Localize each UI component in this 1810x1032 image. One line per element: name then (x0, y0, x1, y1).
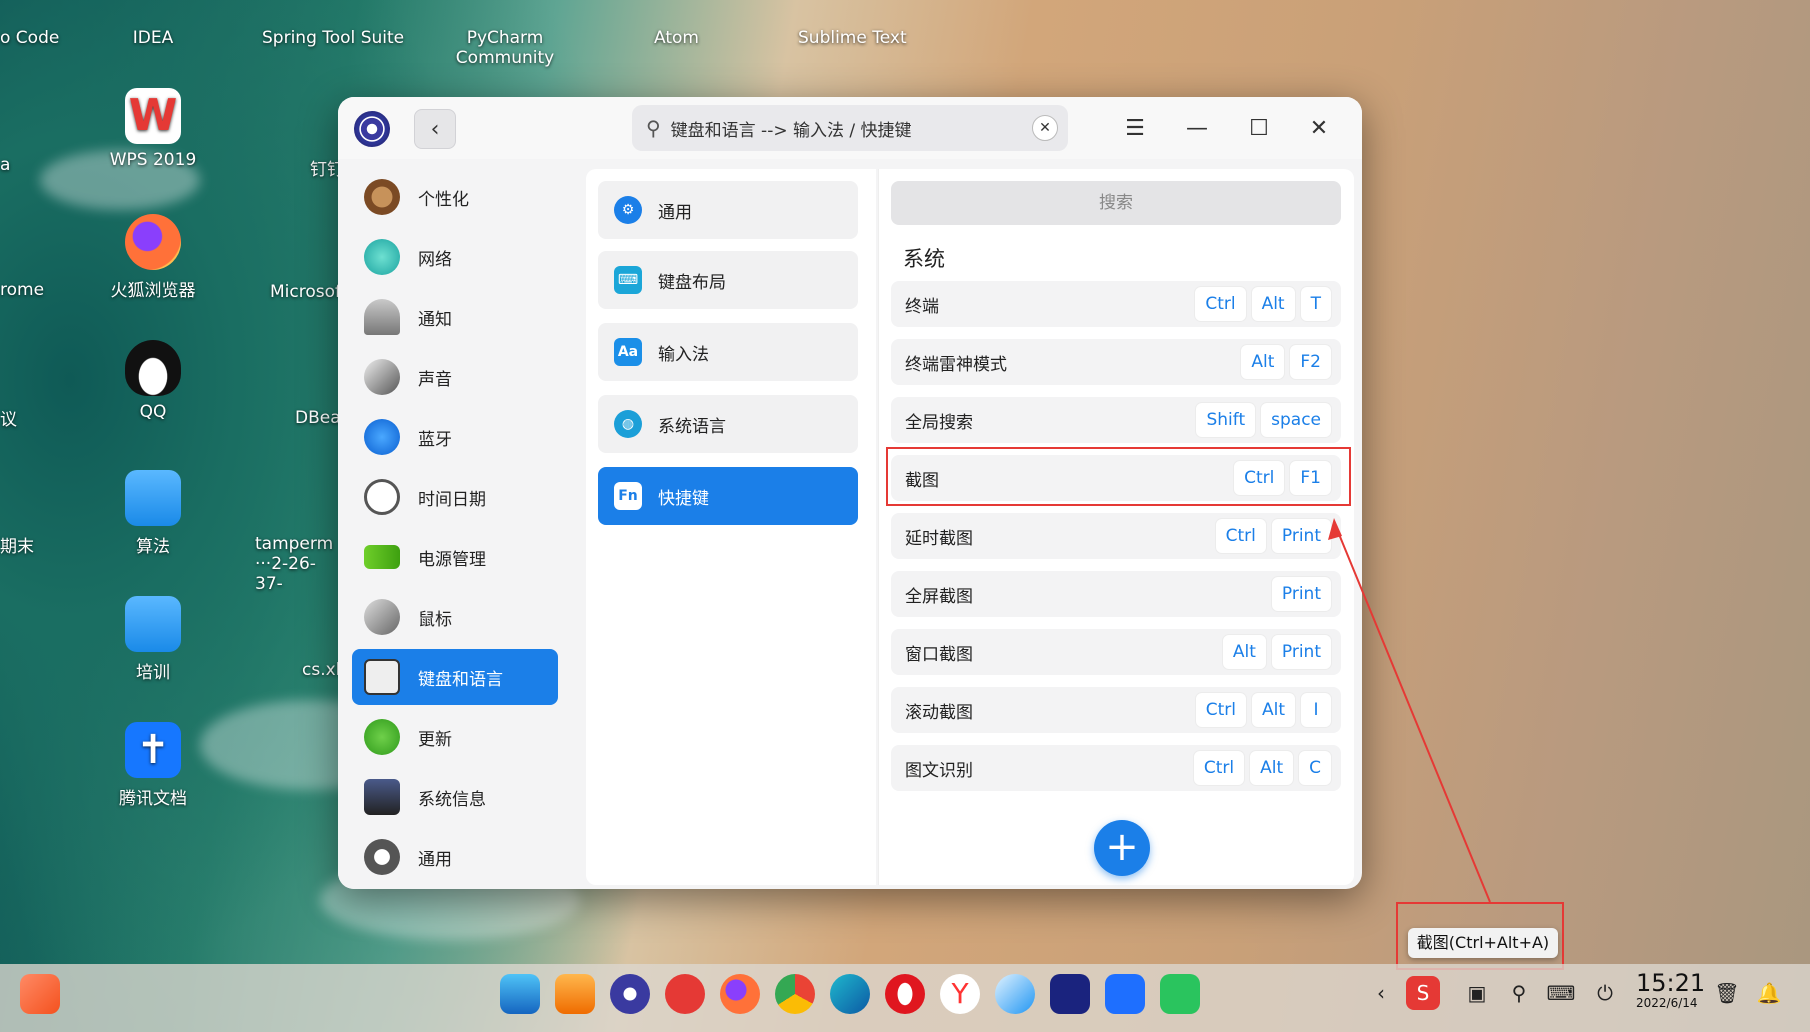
control-center-icon[interactable] (610, 974, 650, 1014)
clock[interactable]: 15:21 2022/6/14 (1636, 970, 1705, 1010)
yandex-browser-icon[interactable]: Y (940, 974, 980, 1014)
chrome-icon[interactable] (775, 974, 815, 1014)
power-icon[interactable]: ⏻ (1588, 976, 1622, 1010)
feishu-icon[interactable] (1105, 974, 1145, 1014)
file-manager-icon[interactable] (500, 974, 540, 1014)
firefox-icon[interactable] (720, 974, 760, 1014)
arrow-line (1333, 521, 1491, 903)
cpu-monitor-icon[interactable] (1050, 974, 1090, 1014)
opera-icon[interactable] (885, 974, 925, 1014)
netease-music-icon[interactable] (665, 974, 705, 1014)
edge-dev-icon[interactable] (830, 974, 870, 1014)
screenshot-icon[interactable]: ▣ (1460, 976, 1494, 1010)
clock-date: 2022/6/14 (1636, 996, 1698, 1010)
wechat-icon[interactable] (1160, 974, 1200, 1014)
browser-icon[interactable] (995, 974, 1035, 1014)
keyboard-icon[interactable]: ⌨ (1544, 976, 1578, 1010)
launcher-icon[interactable] (20, 974, 60, 1014)
trash-icon[interactable]: 🗑 (1710, 976, 1744, 1010)
clock-time: 15:21 (1636, 969, 1706, 997)
search-icon[interactable]: ⚲ (1502, 976, 1536, 1010)
app-store-icon[interactable] (555, 974, 595, 1014)
sogou-input-icon[interactable]: S (1406, 976, 1440, 1010)
notification-bell-icon[interactable]: 🔔 (1752, 976, 1786, 1010)
chevron-left-icon[interactable]: ‹ (1364, 976, 1398, 1010)
screenshot-tooltip: 截图(Ctrl+Alt+A) (1408, 928, 1558, 958)
annotation-arrow (1328, 518, 1491, 903)
